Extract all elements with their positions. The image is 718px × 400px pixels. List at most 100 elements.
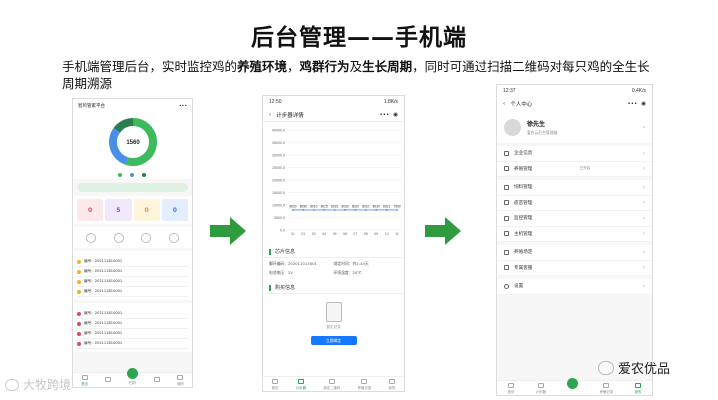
- info-item: 电池电压：2V: [269, 270, 293, 275]
- quick-ops-section: [73, 227, 192, 248]
- dashboard-title: 智鸡管家平台: [78, 104, 105, 109]
- donut-chart-area: 1560: [73, 113, 192, 171]
- chevron-right-icon: ›: [642, 149, 645, 157]
- list-item[interactable]: 编号：202111810001: [77, 277, 188, 287]
- menu-customer-service[interactable]: 专属客服 ›: [497, 260, 652, 276]
- tab-profile[interactable]: 我的: [634, 382, 641, 394]
- phone-dashboard-screen: 智鸡管家平台 ••• 1560 0 5 0 0 编号：202111810001 …: [72, 98, 193, 388]
- tab-qrcode[interactable]: 绑定二维码: [323, 378, 340, 390]
- x-tick-label: 11: [395, 232, 399, 236]
- quick-op[interactable]: [113, 233, 124, 245]
- tab-scan[interactable]: 扫码: [126, 367, 138, 385]
- menu-dots-icon[interactable]: •••: [627, 101, 637, 107]
- tab-profile[interactable]: 我的: [177, 374, 184, 386]
- notice-banner[interactable]: [77, 183, 188, 192]
- status-bar: 12:37 0.4K/s: [497, 85, 652, 97]
- chevron-right-icon: ›: [642, 165, 645, 173]
- user-icon: [177, 374, 184, 380]
- tab-records[interactable]: 养殖记录: [600, 382, 613, 394]
- stat-card[interactable]: 5: [105, 199, 132, 221]
- gear-icon: [504, 283, 509, 289]
- target-icon[interactable]: ◉: [641, 101, 646, 107]
- dashboard-tabbar: 首页 扫码 我的: [73, 367, 192, 387]
- status-time: 12:50: [269, 99, 282, 105]
- records-header: 购买信息: [263, 282, 404, 294]
- data-label: 8020: [352, 204, 359, 208]
- list-item[interactable]: 编号：202111810001: [77, 257, 188, 267]
- document-icon: [325, 302, 342, 322]
- back-icon[interactable]: ‹: [503, 101, 505, 107]
- back-icon[interactable]: ‹: [269, 112, 271, 118]
- list-item[interactable]: 编号：202111810001: [77, 267, 188, 277]
- legend-item: [129, 173, 136, 177]
- stat-card[interactable]: 0: [77, 199, 104, 221]
- list-item[interactable]: 编号：202111810001: [77, 287, 188, 297]
- tab-scan[interactable]: [567, 378, 579, 390]
- y-tick-label: 40000.0: [272, 128, 285, 132]
- menu-monitor-management[interactable]: 监控管理 ›: [497, 211, 652, 227]
- stat-card[interactable]: 0: [133, 199, 160, 221]
- tab-icon: [104, 377, 111, 382]
- feed-icon: [504, 184, 509, 190]
- tab-home[interactable]: 首页: [272, 378, 278, 390]
- legend-item: [141, 173, 148, 177]
- list-item[interactable]: 编号：202111810001: [77, 319, 188, 329]
- stat-value: 0: [88, 206, 93, 214]
- building-icon: [504, 150, 509, 156]
- user-profile-card[interactable]: 徐先生 爱农云后台管理端 ›: [497, 111, 652, 143]
- list-item[interactable]: 编号：202111810001: [77, 329, 188, 339]
- menu-vaccine-management[interactable]: 疫苗管理 ›: [497, 195, 652, 211]
- y-tick-label: 0.0: [280, 228, 285, 232]
- menu-farm-management[interactable]: 养殖管理 已开启 ›: [497, 161, 652, 177]
- farm-icon: [504, 249, 509, 255]
- intro-sep1: ，: [287, 59, 300, 74]
- y-tick-label: 5000.0: [274, 216, 285, 220]
- tab-4[interactable]: [154, 377, 161, 383]
- x-tick-label: 03: [312, 232, 316, 236]
- list-item[interactable]: 编号：202111810001: [77, 309, 188, 319]
- stat-card[interactable]: 0: [161, 199, 188, 221]
- menu-feed-management[interactable]: 饲料管理 ›: [497, 180, 652, 196]
- list-item[interactable]: 编号：202111810001: [77, 339, 188, 349]
- tab-records[interactable]: 养殖记录: [358, 378, 371, 390]
- arrow-right-icon: [425, 217, 461, 245]
- data-point: [292, 209, 294, 211]
- quick-op[interactable]: [169, 233, 180, 245]
- menu-farm-setup[interactable]: 养殖场定 ›: [497, 245, 652, 261]
- tab-home[interactable]: 首页: [508, 382, 515, 394]
- menu-settings[interactable]: 设置 ›: [497, 279, 652, 295]
- status-net: 0.4K/s: [631, 88, 646, 94]
- menu-extra-status: 已开启: [579, 166, 591, 171]
- tab-profile[interactable]: 我的: [388, 378, 395, 390]
- home-icon: [508, 382, 515, 388]
- user-icon: [634, 382, 641, 388]
- location-icon: [504, 166, 509, 172]
- menu-dots-icon[interactable]: •••: [379, 112, 389, 118]
- chevron-right-icon: ›: [642, 282, 645, 290]
- status-bar: 12:50 1.8K/s: [263, 96, 404, 108]
- menu-host-management[interactable]: 主机管理 ›: [497, 226, 652, 242]
- quick-op[interactable]: [85, 233, 96, 245]
- tab-home[interactable]: 首页: [81, 374, 88, 386]
- data-point: [385, 209, 388, 211]
- alert-list-section: 编号：202111810001 编号：202111810001 编号：20211…: [73, 251, 192, 300]
- tab-icon: [154, 377, 161, 382]
- tab-pedometer[interactable]: 计步器: [536, 382, 546, 394]
- slide-title: 后台管理——手机端: [251, 25, 467, 51]
- data-point: [375, 209, 378, 211]
- target-icon[interactable]: ◉: [393, 112, 398, 118]
- profile-tabbar: 首页 计步器 养殖记录 我的: [497, 378, 652, 395]
- data-label: 8030: [300, 204, 307, 208]
- tab-pedometer[interactable]: 计步器: [296, 378, 306, 390]
- bind-button[interactable]: 立即绑定: [310, 336, 357, 345]
- user-icon: [388, 378, 395, 384]
- menu-company-info[interactable]: 企业信息 ›: [497, 146, 652, 162]
- donut-legend: [73, 171, 192, 179]
- tab-2[interactable]: [104, 377, 111, 383]
- data-label: 8010: [362, 204, 369, 208]
- dashboard-topbar: 智鸡管家平台 •••: [73, 99, 192, 113]
- step-line-chart: 40000.0 35000.0 30000.0 25000.0 20000.0 15000…: [272, 128, 401, 236]
- menu-dots-icon[interactable]: •••: [179, 104, 187, 109]
- quick-op[interactable]: [141, 233, 152, 245]
- op-icon: [169, 233, 180, 243]
